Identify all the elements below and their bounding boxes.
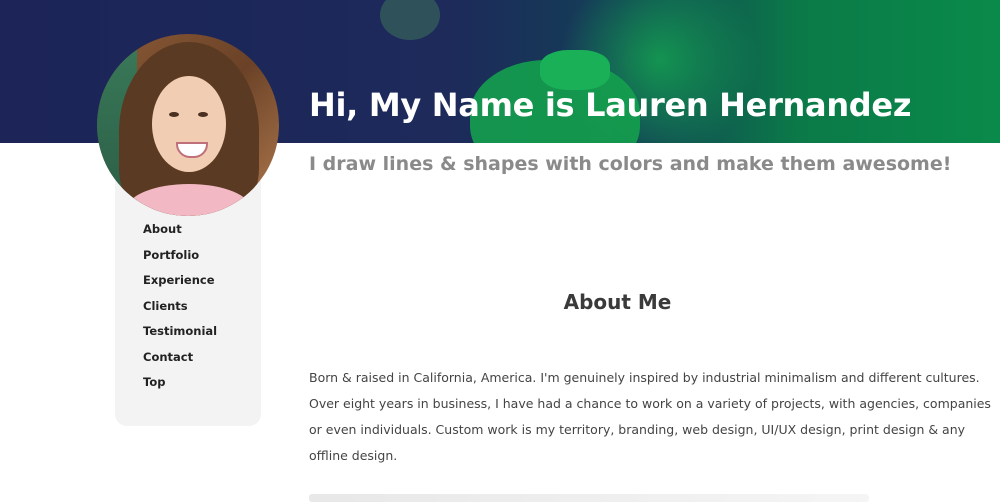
about-line: Born & raised in California, America. I'… xyxy=(309,370,980,385)
about-line: or even individuals. Custom work is my t… xyxy=(309,422,966,437)
section-heading: About Me xyxy=(563,290,672,314)
nav-item-top[interactable]: Top xyxy=(143,374,217,400)
hero-decoration xyxy=(540,50,610,90)
tagline: I draw lines & shapes with colors and ma… xyxy=(309,153,952,175)
nav-item-experience[interactable]: Experience xyxy=(143,272,217,298)
next-paragraph-fade xyxy=(309,494,869,502)
page-title: Hi, My Name is Lauren Hernandez xyxy=(309,86,912,124)
about-line: Over eight years in business, I have had… xyxy=(309,396,991,411)
about-line: offline design. xyxy=(309,448,398,463)
hero-decoration xyxy=(380,0,440,40)
avatar xyxy=(97,34,279,216)
nav-item-about[interactable]: About xyxy=(143,221,217,247)
nav-item-portfolio[interactable]: Portfolio xyxy=(143,247,217,273)
nav-item-clients[interactable]: Clients xyxy=(143,298,217,324)
nav-item-testimonial[interactable]: Testimonial xyxy=(143,323,217,349)
sidebar-nav: About Portfolio Experience Clients Testi… xyxy=(143,221,217,400)
nav-item-contact[interactable]: Contact xyxy=(143,349,217,375)
about-paragraph: Born & raised in California, America. I'… xyxy=(309,365,991,469)
